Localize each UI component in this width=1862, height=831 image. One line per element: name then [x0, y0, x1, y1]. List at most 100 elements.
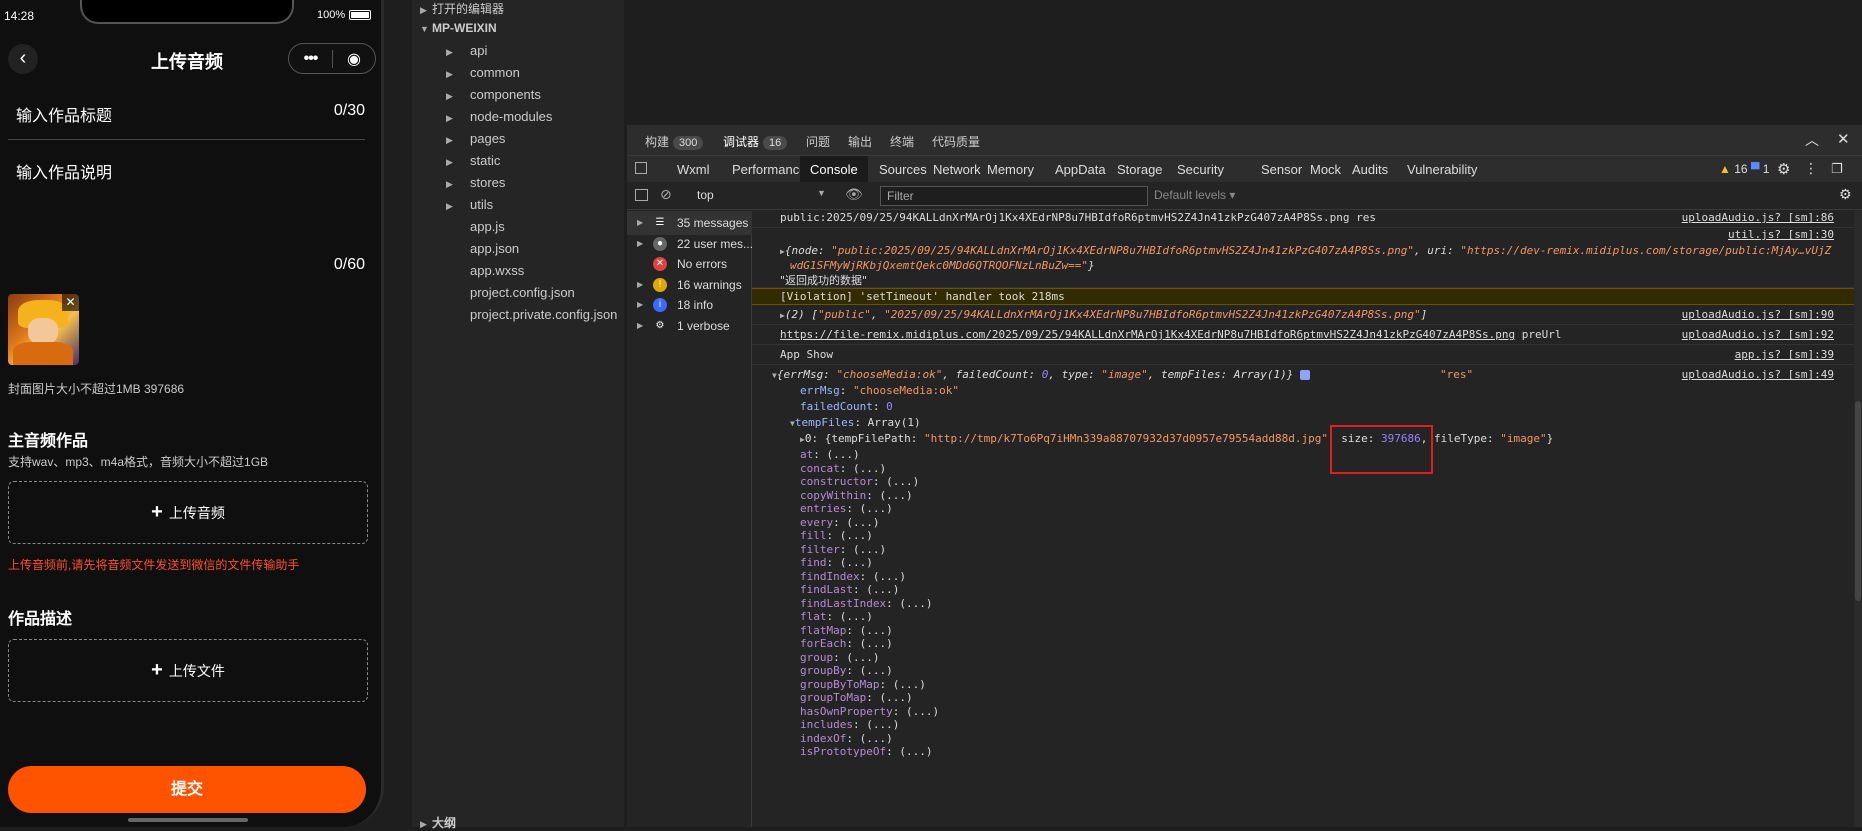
- upload-audio-button[interactable]: + 上传音频: [8, 481, 368, 544]
- folder-stores[interactable]: ▶ stores: [436, 172, 505, 194]
- url-link[interactable]: https://file-remix.midiplus.com/2025/09/…: [780, 328, 1515, 341]
- more-vertical-icon[interactable]: ⋮: [1804, 160, 1818, 177]
- upload-file-button[interactable]: + 上传文件: [8, 639, 368, 702]
- tab-memory[interactable]: Memory: [987, 162, 1034, 177]
- chevron-up-icon[interactable]: ︿: [1805, 130, 1819, 150]
- tab-console[interactable]: Console: [800, 156, 868, 183]
- file-item[interactable]: app.json: [470, 238, 519, 260]
- upload-audio-label: 上传音频: [168, 504, 225, 521]
- file-explorer: ▶ 打开的编辑器 ▼ MP-WEIXIN ▶ api ▶ common ▶ component…: [412, 0, 624, 830]
- title-input[interactable]: 输入作品标题: [16, 102, 112, 126]
- log-levels-select[interactable]: Default levels ▾: [1154, 188, 1235, 202]
- battery-icon: [349, 10, 371, 20]
- list-icon: ☰: [655, 217, 665, 228]
- more-icon[interactable]: •••: [289, 50, 332, 68]
- close-circle-icon[interactable]: ◉: [333, 49, 375, 69]
- folder-api[interactable]: ▶ api: [436, 40, 487, 62]
- file-item[interactable]: app.js: [470, 216, 505, 238]
- tab-storage[interactable]: Storage: [1117, 162, 1163, 177]
- dock-icon[interactable]: ❐: [1831, 161, 1843, 177]
- tab-output[interactable]: 输出: [848, 133, 872, 150]
- sidebar-item-gear[interactable]: ▶ ⚙ 1 verbose: [627, 314, 752, 338]
- log-line: ▶(2) ["public", "2025/09/25/94KALLdnXrMA…: [752, 305, 1862, 325]
- audio-format-note: 支持wav、mp3、m4a格式，音频大小不超过1GB: [8, 455, 269, 469]
- tab-performance[interactable]: Performance: [732, 162, 806, 177]
- tab-network[interactable]: Network: [933, 162, 981, 177]
- source-link[interactable]: uploadAudio.js? [sm]:92: [1682, 325, 1834, 344]
- outline-section[interactable]: ▶ 大纲: [420, 814, 456, 831]
- debug-top-tabs: 构建 300 调试器 16 问题 输出 终端 代码质量 ︿ ✕: [627, 125, 1862, 155]
- expanded-log-object: ▼{errMsg: "chooseMedia:ok", failedCount:…: [772, 367, 1834, 760]
- folder-node-modules[interactable]: ▶ node-modules: [436, 106, 552, 128]
- source-link[interactable]: app.js? [sm]:39: [1735, 345, 1834, 364]
- warning-count[interactable]: ▲ 16 ▀ 1: [1719, 162, 1769, 176]
- main-audio-heading: 主音频作品: [8, 433, 89, 450]
- plus-icon: +: [151, 659, 163, 681]
- folder-pages[interactable]: ▶ pages: [436, 128, 505, 150]
- inspect-icon[interactable]: [635, 162, 647, 174]
- error-icon: ✕: [653, 257, 667, 271]
- violation-warning: [Violation] 'setTimeout' handler took 21…: [752, 288, 1862, 305]
- tab-security[interactable]: Security: [1177, 162, 1224, 177]
- sidebar-toggle-icon[interactable]: [635, 189, 648, 201]
- gear-icon[interactable]: ⚙: [1839, 186, 1852, 203]
- chevron-right-icon: ▶: [446, 135, 453, 145]
- close-icon[interactable]: ✕: [1837, 130, 1850, 148]
- project-root[interactable]: ▼ MP-WEIXIN: [420, 21, 497, 35]
- tab-audits[interactable]: Audits: [1352, 162, 1388, 177]
- open-editors-section[interactable]: ▶ 打开的编辑器: [420, 0, 504, 17]
- tab-appdata[interactable]: AppData: [1055, 162, 1106, 177]
- file-item[interactable]: project.private.config.json: [470, 304, 617, 326]
- prototype-method[interactable]: isPrototypeOf: (...): [800, 744, 932, 760]
- description-input[interactable]: 输入作品说明: [16, 159, 112, 183]
- tab-sensor[interactable]: Sensor: [1261, 162, 1302, 177]
- folder-utils[interactable]: ▶ utils: [436, 194, 493, 216]
- tab-vulnerability[interactable]: Vulnerability: [1407, 162, 1477, 177]
- divider: [8, 139, 365, 140]
- source-link[interactable]: util.js? [sm]:30: [1728, 228, 1834, 241]
- filter-input[interactable]: Filter: [880, 186, 1148, 206]
- source-link[interactable]: uploadAudio.js? [sm]:90: [1682, 305, 1834, 324]
- tab-problems[interactable]: 问题: [806, 133, 830, 150]
- tab-terminal[interactable]: 终端: [890, 133, 914, 150]
- mini-program-capsule: ••• ◉: [288, 43, 376, 74]
- source-link[interactable]: uploadAudio.js? [sm]:49: [1682, 367, 1834, 383]
- status-time: 14:28: [4, 9, 35, 23]
- tab-build[interactable]: 构建 300: [645, 133, 704, 150]
- chevron-right-icon: ▶: [446, 113, 453, 123]
- console-output: public:2025/09/25/94KALLdnXrMArOj1Kx4XEd…: [752, 211, 1862, 827]
- tab-sources[interactable]: Sources: [879, 162, 927, 177]
- upload-file-label: 上传文件: [168, 662, 225, 679]
- close-icon[interactable]: ✕: [62, 294, 79, 311]
- chevron-down-icon[interactable]: ▼: [817, 188, 826, 198]
- submit-button[interactable]: 提交: [8, 766, 366, 813]
- eye-icon[interactable]: 👁: [845, 186, 863, 203]
- context-select[interactable]: top: [697, 188, 714, 202]
- clear-icon[interactable]: ⊘: [660, 186, 672, 203]
- warning-icon: !: [653, 277, 667, 292]
- folder-common[interactable]: ▶ common: [436, 62, 520, 84]
- gear-icon[interactable]: ⚙: [1777, 160, 1790, 178]
- log-line: App Show app.js? [sm]:39: [752, 345, 1862, 365]
- phone-notch: [80, 0, 294, 24]
- file-item[interactable]: project.config.json: [470, 282, 575, 304]
- folder-components[interactable]: ▶ components: [436, 84, 541, 106]
- highlight-box: [1330, 425, 1433, 474]
- source-link[interactable]: uploadAudio.js? [sm]:86: [1682, 211, 1834, 224]
- chevron-right-icon: ▶: [446, 47, 453, 57]
- tab-mock[interactable]: Mock: [1310, 162, 1341, 177]
- tab-debugger[interactable]: 调试器 16: [723, 133, 788, 150]
- home-indicator: [128, 818, 248, 822]
- description-heading: 作品描述: [8, 611, 73, 628]
- log-line: util.js? [sm]:30 ▶{node: "public:2025/09…: [752, 228, 1862, 288]
- tab-code-quality[interactable]: 代码质量: [932, 133, 980, 150]
- folder-static[interactable]: ▶ static: [436, 150, 500, 172]
- phone-simulator: 14:28 100% ‹ 上传音频 ••• ◉ 输入作品标题 0/30 输入作品…: [0, 0, 384, 827]
- scrollbar[interactable]: [1854, 211, 1862, 827]
- file-item[interactable]: app.wxss: [470, 260, 524, 282]
- tab-wxml[interactable]: Wxml: [677, 162, 710, 177]
- cover-size-note: 封面图片大小不超过1MB 397686: [8, 382, 185, 396]
- description-char-count: 0/60: [333, 256, 365, 273]
- info-icon[interactable]: [1300, 370, 1311, 380]
- status-battery-text: 100%: [317, 9, 346, 21]
